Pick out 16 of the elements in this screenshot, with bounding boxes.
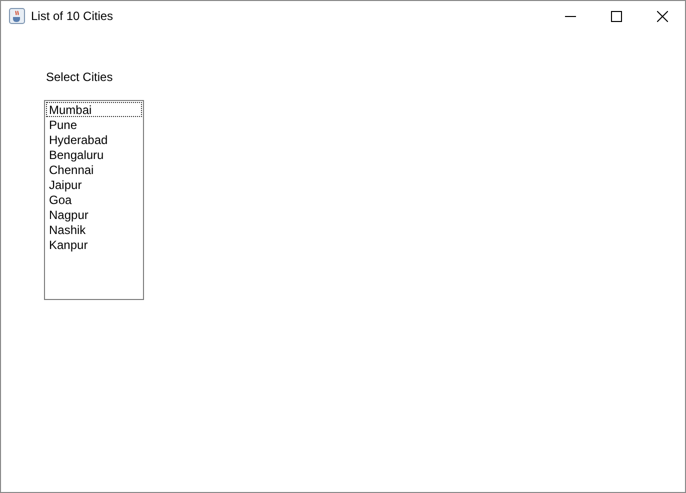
list-item[interactable]: Bengaluru (46, 147, 142, 162)
city-list[interactable]: Mumbai Pune Hyderabad Bengaluru Chennai Jaipur Goa Nagpur Nashik Kanpur (44, 100, 144, 300)
list-item[interactable]: Chennai (46, 162, 142, 177)
cup-icon (9, 8, 25, 24)
list-item[interactable]: Kanpur (46, 237, 142, 252)
maximize-icon (610, 10, 622, 22)
list-item[interactable]: Jaipur (46, 177, 142, 192)
list-item[interactable]: Hyderabad (46, 132, 142, 147)
list-item[interactable]: Pune (46, 117, 142, 132)
list-label: Select Cities (46, 70, 113, 84)
close-icon (656, 10, 668, 22)
window-title: List of 10 Cities (31, 9, 114, 23)
list-item[interactable]: Mumbai (46, 102, 142, 117)
list-item[interactable]: Goa (46, 192, 142, 207)
list-item[interactable]: Nagpur (46, 207, 142, 222)
list-item[interactable]: Nashik (46, 222, 142, 237)
